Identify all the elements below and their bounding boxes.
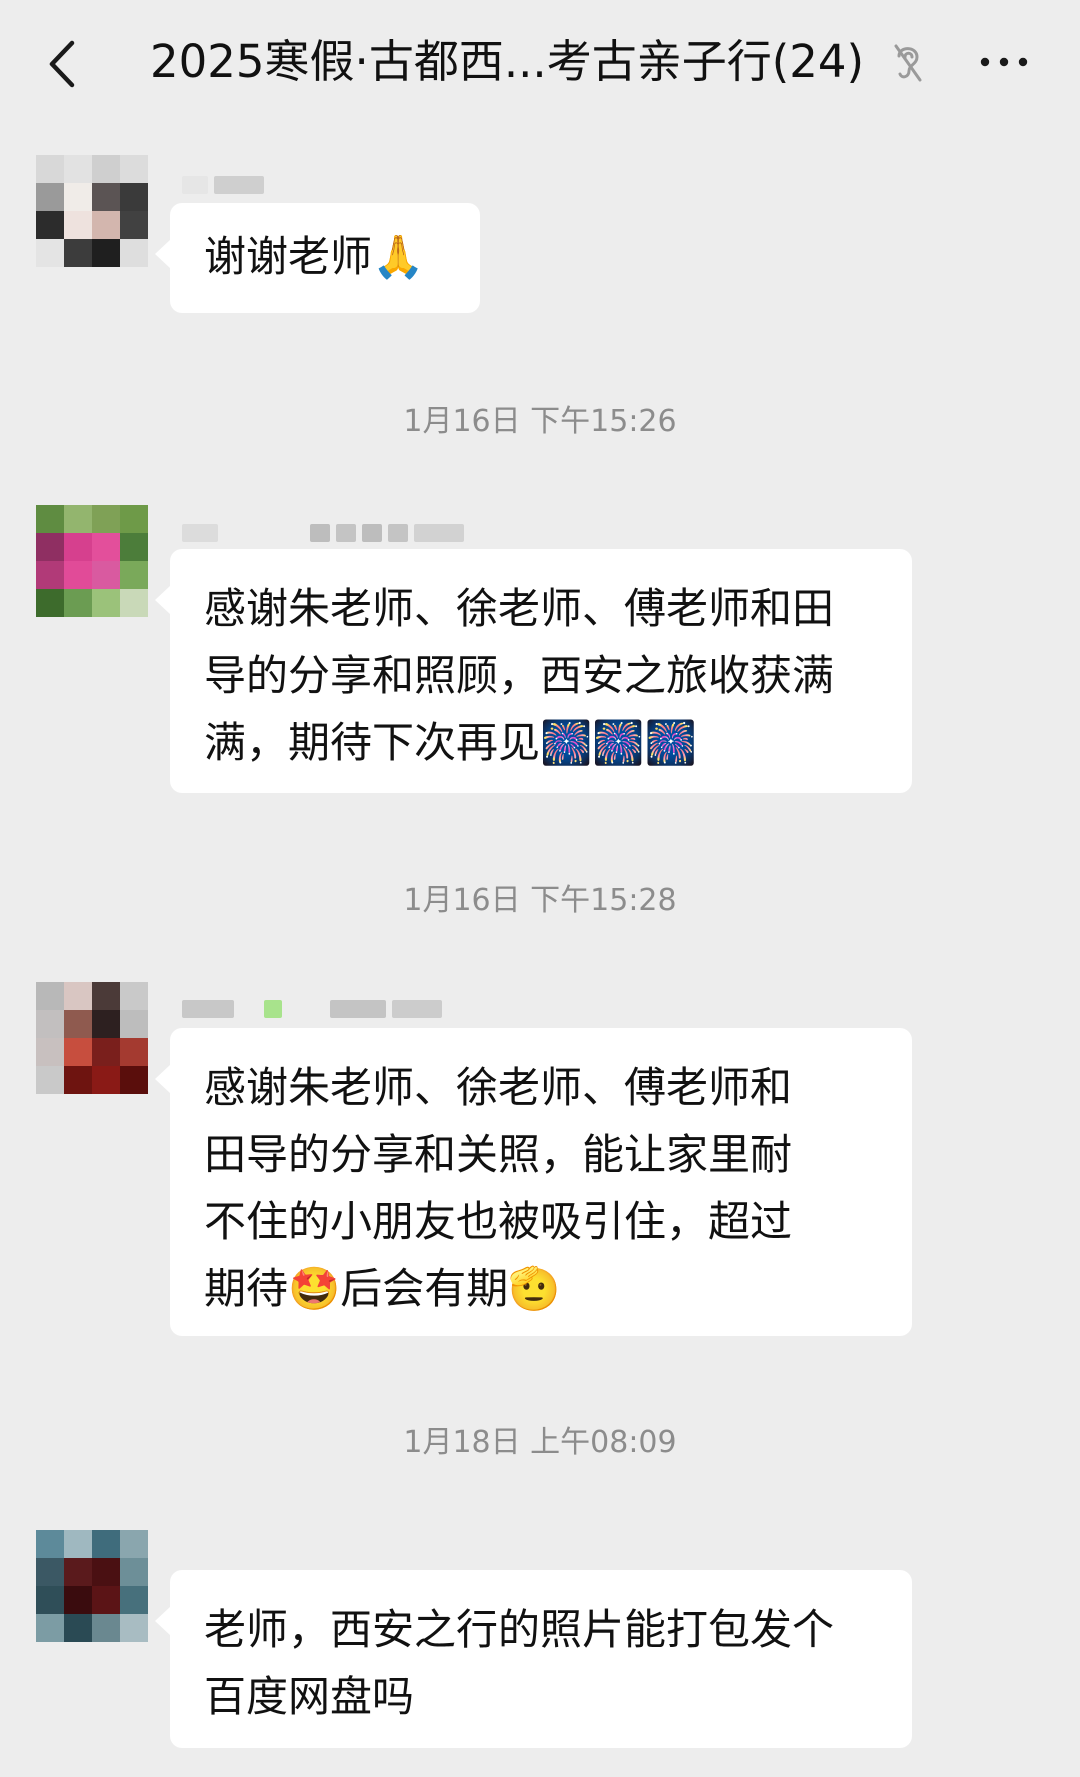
avatar-pixel <box>120 533 148 561</box>
avatar-pixel <box>120 211 148 239</box>
back-button[interactable] <box>38 34 84 94</box>
avatar-pixel <box>36 1614 64 1642</box>
avatar-pixel <box>36 1010 64 1038</box>
sender-nickname-redacted <box>182 998 442 1020</box>
timestamp: 1月16日 下午15:28 <box>403 883 677 918</box>
avatar-pixel <box>92 1066 120 1094</box>
sender-avatar[interactable] <box>36 155 148 267</box>
avatar-pixel <box>120 155 148 183</box>
avatar-pixel <box>120 1558 148 1586</box>
sender-avatar[interactable] <box>36 1530 148 1642</box>
avatar-pixel <box>120 239 148 267</box>
avatar-pixel <box>64 183 92 211</box>
avatar-pixel <box>36 183 64 211</box>
avatar-pixel <box>92 239 120 267</box>
sender-nickname-redacted <box>182 174 264 196</box>
avatar-pixel <box>120 1530 148 1558</box>
message-bubble[interactable]: 老师，西安之行的照片能打包发个 百度网盘吗 <box>155 1570 912 1748</box>
avatar-pixel <box>120 1066 148 1094</box>
avatar-pixel <box>120 1586 148 1614</box>
avatar-pixel <box>64 561 92 589</box>
more-dots-icon <box>980 57 1028 67</box>
avatar-pixel <box>36 561 64 589</box>
avatar-pixel <box>64 982 92 1010</box>
avatar-pixel <box>64 505 92 533</box>
timestamp: 1月18日 上午08:09 <box>403 1425 677 1460</box>
avatar-pixel <box>92 1038 120 1066</box>
avatar-pixel <box>64 211 92 239</box>
avatar-pixel <box>92 505 120 533</box>
avatar-pixel <box>92 155 120 183</box>
avatar-pixel <box>64 1558 92 1586</box>
avatar-pixel <box>64 1010 92 1038</box>
avatar-pixel <box>36 533 64 561</box>
timestamp: 1月16日 下午15:26 <box>403 404 677 439</box>
avatar-pixel <box>64 1614 92 1642</box>
avatar-pixel <box>120 982 148 1010</box>
ear-icon <box>894 44 922 82</box>
avatar-pixel <box>64 239 92 267</box>
avatar-pixel <box>36 982 64 1010</box>
avatar-pixel <box>36 155 64 183</box>
avatar-pixel <box>92 982 120 1010</box>
avatar-pixel <box>64 533 92 561</box>
message-bubble[interactable]: 谢谢老师🙏 <box>155 203 480 313</box>
avatar-pixel <box>64 1530 92 1558</box>
avatar-pixel <box>92 183 120 211</box>
sender-avatar[interactable] <box>36 505 148 617</box>
avatar-pixel <box>120 183 148 211</box>
avatar-pixel <box>36 1066 64 1094</box>
avatar-pixel <box>64 1066 92 1094</box>
avatar-pixel <box>36 1038 64 1066</box>
avatar-pixel <box>64 1038 92 1066</box>
avatar-pixel <box>36 239 64 267</box>
avatar-pixel <box>120 1010 148 1038</box>
avatar-pixel <box>120 505 148 533</box>
avatar-pixel <box>36 1530 64 1558</box>
avatar-pixel <box>92 211 120 239</box>
message-bubble[interactable]: 感谢朱老师、徐老师、傅老师和 田导的分享和关照，能让家里耐 不住的小朋友也被吸引… <box>155 1028 912 1336</box>
avatar-pixel <box>64 589 92 617</box>
avatar-pixel <box>92 1530 120 1558</box>
message-text: 感谢朱老师、徐老师、傅老师和田 导的分享和照顾，西安之旅收获满 满，期待下次再见… <box>204 584 835 767</box>
avatar-pixel <box>92 1614 120 1642</box>
avatar-pixel <box>92 589 120 617</box>
avatar-pixel <box>120 589 148 617</box>
avatar-pixel <box>64 155 92 183</box>
message-bubble[interactable]: 感谢朱老师、徐老师、傅老师和田 导的分享和照顾，西安之旅收获满 满，期待下次再见… <box>155 549 912 793</box>
avatar-pixel <box>64 1586 92 1614</box>
chat-title: 2025寒假·古都西...考古亲子行(24) <box>150 35 865 88</box>
avatar-pixel <box>36 1558 64 1586</box>
sender-avatar[interactable] <box>36 982 148 1094</box>
more-button[interactable] <box>974 42 1034 82</box>
chat-header: 2025寒假·古都西...考古亲子行(24) <box>0 0 1080 124</box>
message-text: 谢谢老师🙏 <box>204 232 425 281</box>
avatar-pixel <box>120 1614 148 1642</box>
avatar-pixel <box>36 589 64 617</box>
message-text: 感谢朱老师、徐老师、傅老师和 田导的分享和关照，能让家里耐 不住的小朋友也被吸引… <box>204 1063 793 1313</box>
avatar-pixel <box>120 1038 148 1066</box>
avatar-pixel <box>36 505 64 533</box>
avatar-pixel <box>92 1586 120 1614</box>
avatar-pixel <box>36 1586 64 1614</box>
avatar-pixel <box>92 533 120 561</box>
chevron-left-icon <box>49 40 75 88</box>
avatar-pixel <box>36 211 64 239</box>
avatar-pixel <box>92 1010 120 1038</box>
avatar-pixel <box>92 1558 120 1586</box>
sender-nickname-redacted <box>182 522 464 544</box>
message-text: 老师，西安之行的照片能打包发个 百度网盘吗 <box>204 1605 835 1721</box>
avatar-pixel <box>92 561 120 589</box>
avatar-pixel <box>120 561 148 589</box>
